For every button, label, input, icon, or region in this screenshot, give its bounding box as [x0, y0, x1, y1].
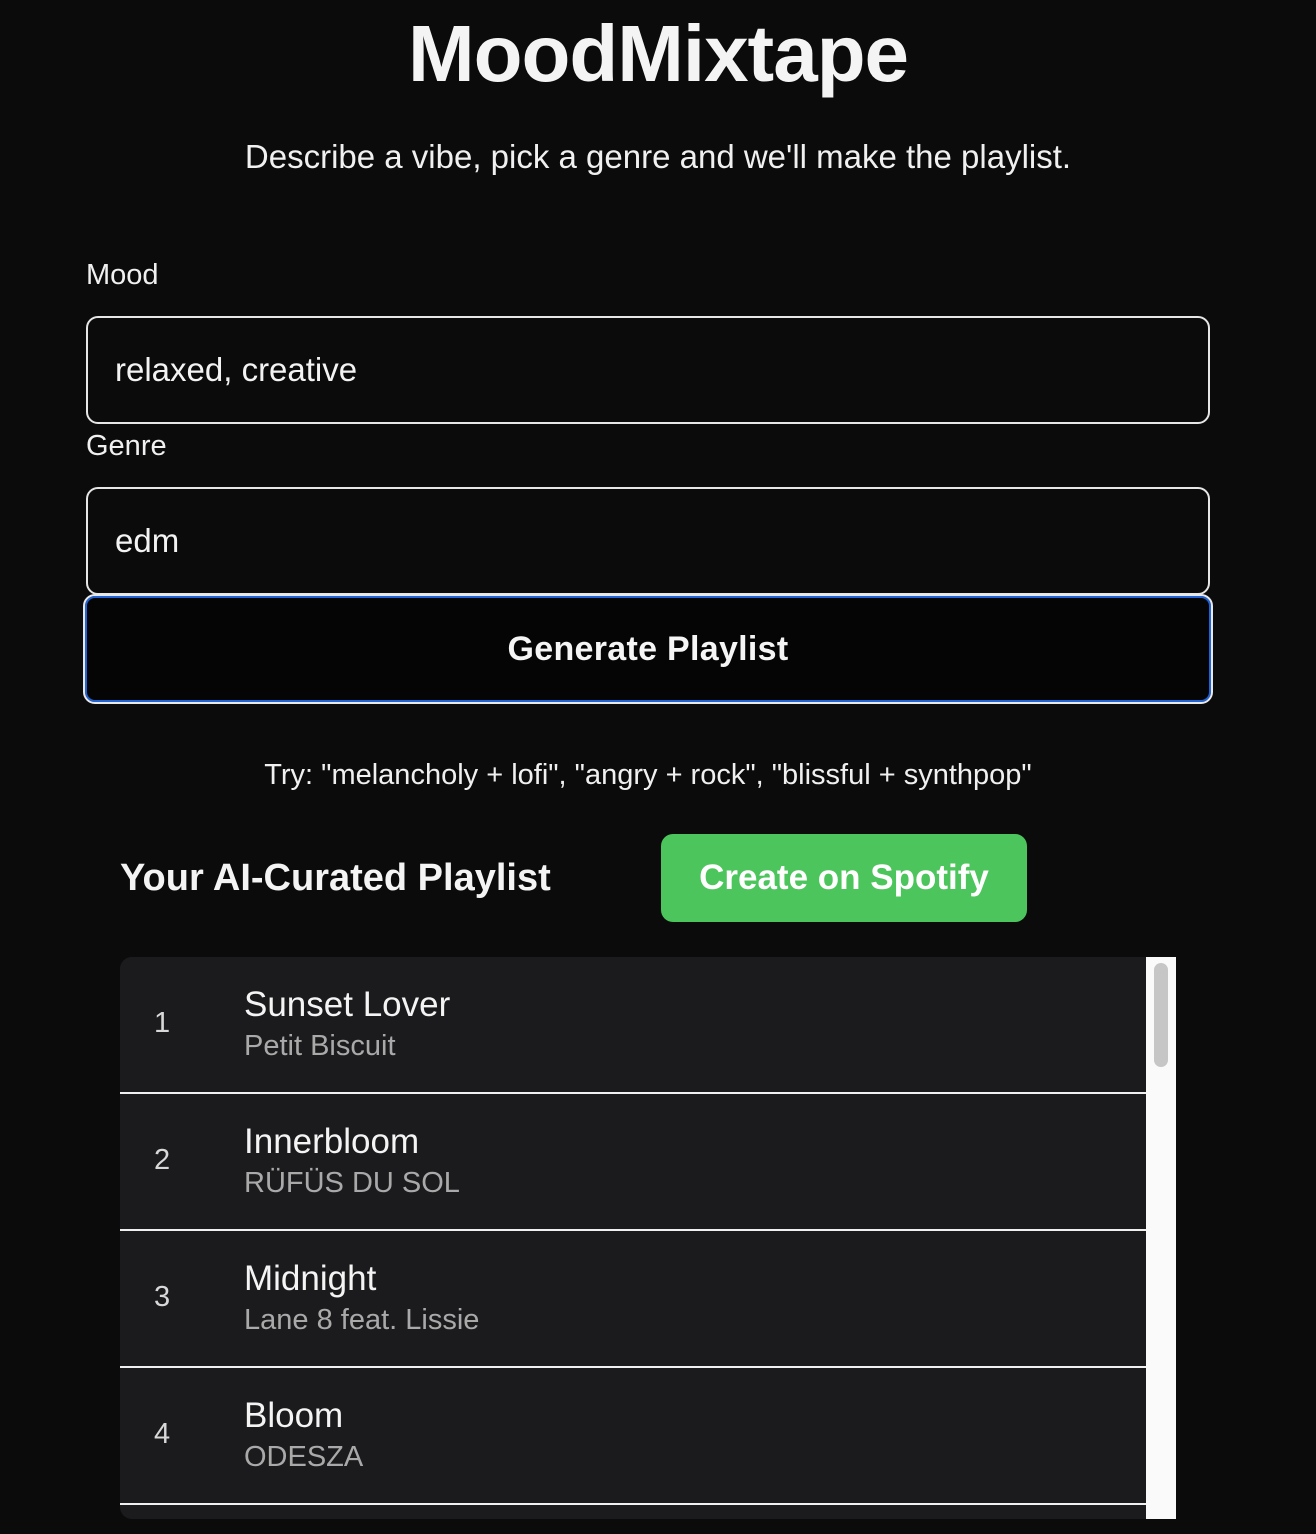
- track-title: Sunset Lover: [244, 985, 451, 1024]
- genre-input[interactable]: edm: [86, 487, 1210, 595]
- track-row[interactable]: 3 Midnight Lane 8 feat. Lissie: [120, 1231, 1146, 1368]
- app-subtitle: Describe a vibe, pick a genre and we'll …: [244, 138, 1072, 175]
- create-on-spotify-button[interactable]: Create on Spotify: [661, 834, 1027, 922]
- track-artist: ODESZA: [244, 1441, 364, 1473]
- track-title: Bloom: [244, 1396, 344, 1435]
- scrollbar[interactable]: [1146, 957, 1176, 1519]
- track-number: 4: [154, 1418, 171, 1450]
- track-title: Midnight: [244, 1259, 377, 1298]
- playlist-list[interactable]: 1 Sunset Lover Petit Biscuit 2 Innerbloo…: [120, 957, 1176, 1519]
- app-title: MoodMixtape: [407, 9, 909, 98]
- track-artist: RÜFÜS DU SOL: [244, 1167, 460, 1199]
- scrollbar-thumb[interactable]: [1154, 963, 1168, 1067]
- playlist-heading: Your AI-Curated Playlist: [120, 857, 551, 899]
- track-row[interactable]: 1 Sunset Lover Petit Biscuit: [120, 957, 1146, 1094]
- genre-label: Genre: [86, 430, 167, 462]
- track-number: 2: [154, 1144, 171, 1176]
- track-number: 1: [154, 1007, 171, 1039]
- track-number: 3: [154, 1281, 171, 1313]
- track-title: Innerbloom: [244, 1122, 420, 1161]
- track-artist: Petit Biscuit: [244, 1030, 396, 1062]
- track-row[interactable]: 4 Bloom ODESZA: [120, 1368, 1146, 1505]
- track-row[interactable]: 2 Innerbloom RÜFÜS DU SOL: [120, 1094, 1146, 1231]
- example-hint: Try: "melancholy + lofi", "angry + rock"…: [264, 759, 1032, 791]
- generate-playlist-button[interactable]: Generate Playlist: [83, 594, 1213, 704]
- mood-label: Mood: [86, 259, 159, 291]
- mood-input[interactable]: relaxed, creative: [86, 316, 1210, 424]
- track-artist: Lane 8 feat. Lissie: [244, 1304, 480, 1336]
